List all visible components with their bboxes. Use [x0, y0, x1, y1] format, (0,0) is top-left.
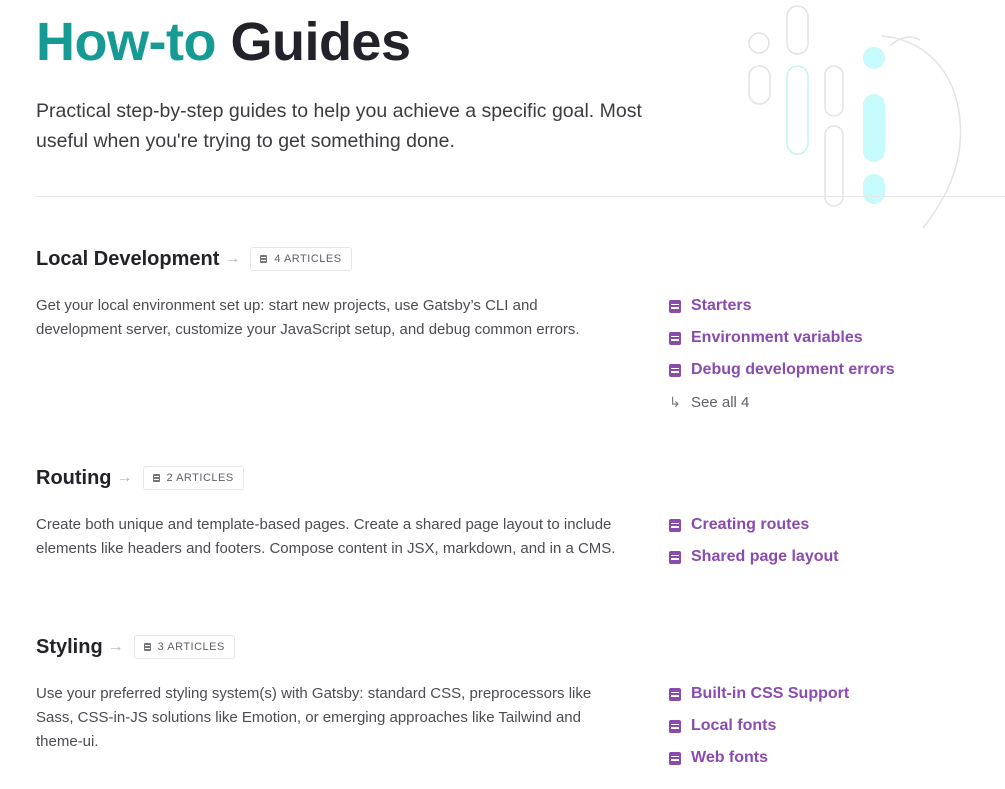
document-icon — [669, 719, 681, 733]
document-icon — [669, 550, 681, 564]
article-item[interactable]: Starters — [669, 290, 895, 322]
article-count-badge: 2 ARTICLES — [142, 466, 244, 490]
section-header: Local Development → 4 ARTICLES — [36, 247, 352, 271]
section-description: Get your local environment set up: start… — [36, 297, 580, 338]
article-list: Built-in CSS Support Local fonts Web fon… — [669, 678, 849, 774]
section-local-development: Local Development → 4 ARTICLES Get your … — [36, 247, 976, 417]
article-item[interactable]: Creating routes — [669, 509, 839, 541]
page-title-rest: Guides — [230, 12, 411, 72]
document-icon — [260, 255, 268, 263]
document-icon — [143, 643, 151, 651]
article-link[interactable]: Web fonts — [691, 749, 768, 767]
article-item[interactable]: Debug development errors — [669, 354, 895, 386]
page-title: How-to Guides — [36, 12, 411, 72]
return-arrow-icon: ↳ — [669, 393, 681, 410]
article-item[interactable]: Environment variables — [669, 322, 895, 354]
decorative-illustration — [748, 5, 962, 229]
document-icon — [669, 331, 681, 345]
article-link[interactable]: Debug development errors — [691, 361, 895, 379]
article-count-label: 4 ARTICLES — [274, 253, 342, 265]
article-item[interactable]: Built-in CSS Support — [669, 678, 849, 710]
article-link[interactable]: Built-in CSS Support — [691, 685, 849, 703]
article-count-label: 2 ARTICLES — [166, 472, 234, 484]
article-link[interactable]: Creating routes — [691, 516, 809, 534]
see-all-link[interactable]: See all 4 — [691, 394, 749, 411]
document-icon — [669, 751, 681, 765]
article-count-badge: 3 ARTICLES — [133, 635, 235, 659]
page-description: Practical step-by-step guides to help yo… — [36, 100, 642, 152]
see-all-item[interactable]: ↳ See all 4 — [669, 386, 895, 418]
article-item[interactable]: Local fonts — [669, 710, 849, 742]
document-icon — [669, 518, 681, 532]
section-title-link[interactable]: Routing — [36, 466, 112, 490]
section-description: Create both unique and template-based pa… — [36, 516, 616, 557]
article-link[interactable]: Shared page layout — [691, 548, 839, 566]
section-title-link[interactable]: Local Development — [36, 247, 219, 271]
article-item[interactable]: Web fonts — [669, 742, 849, 774]
arrow-right-icon: → — [224, 250, 241, 267]
section-title-link[interactable]: Styling — [36, 635, 103, 659]
article-list: Starters Environment variables Debug dev… — [669, 290, 895, 418]
document-icon — [669, 687, 681, 701]
arrow-right-icon: → — [107, 638, 124, 655]
article-link[interactable]: Starters — [691, 297, 751, 315]
document-icon — [152, 474, 160, 482]
section-description: Use your preferred styling system(s) wit… — [36, 685, 592, 750]
page-title-accent: How-to — [36, 12, 216, 72]
article-link[interactable]: Environment variables — [691, 329, 863, 347]
article-count-label: 3 ARTICLES — [157, 641, 225, 653]
section-header: Routing → 2 ARTICLES — [36, 466, 244, 490]
arrow-right-icon: → — [116, 469, 133, 486]
header-divider — [36, 196, 1005, 197]
document-icon — [669, 299, 681, 313]
section-header: Styling → 3 ARTICLES — [36, 635, 235, 659]
article-link[interactable]: Local fonts — [691, 717, 776, 735]
section-styling: Styling → 3 ARTICLES Use your preferred … — [36, 635, 976, 785]
document-icon — [669, 363, 681, 377]
article-item[interactable]: Shared page layout — [669, 541, 839, 573]
article-count-badge: 4 ARTICLES — [250, 247, 352, 271]
section-routing: Routing → 2 ARTICLES Create both unique … — [36, 466, 976, 596]
article-list: Creating routes Shared page layout — [669, 509, 839, 573]
